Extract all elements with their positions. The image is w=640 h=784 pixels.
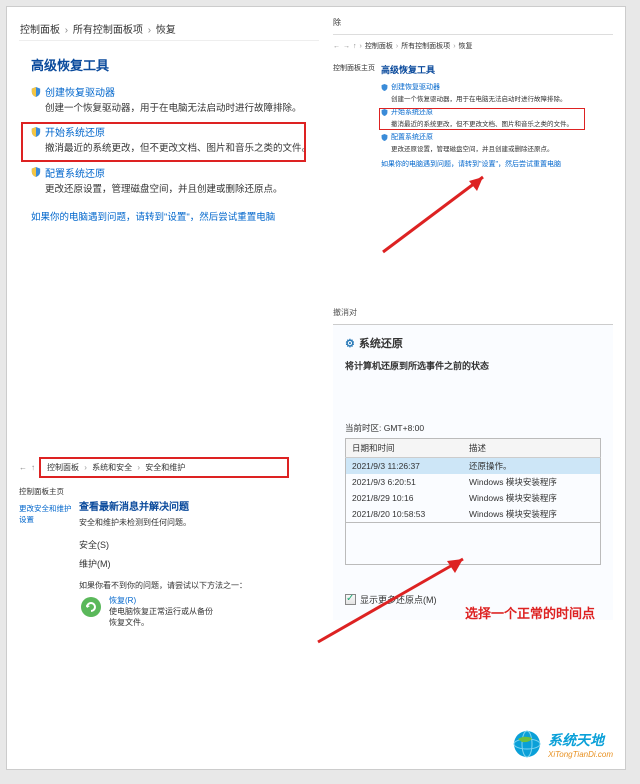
shield-icon — [381, 134, 388, 141]
link-desc: 撤消最近的系统更改，但不更改文档、图片和音乐之类的文件。 — [45, 142, 319, 156]
shield-icon — [31, 87, 41, 97]
panel-system-restore: 撤消对 ⚙ 系统还原 将计算机还原到所选事件之前的状态 当前时区: GMT+8:… — [333, 297, 613, 620]
chevron-right-icon: › — [148, 25, 151, 36]
globe-icon — [512, 729, 542, 759]
back-label: 除 — [333, 17, 613, 28]
restore-dialog: ⚙ 系统还原 将计算机还原到所选事件之前的状态 当前时区: GMT+8:00 日… — [333, 324, 613, 620]
table-row[interactable]: 2021/9/3 6:20:51Windows 模块安装程序 — [346, 474, 601, 490]
crumb-1[interactable]: 控制面板 — [20, 25, 60, 36]
cell-desc: 还原操作。 — [463, 458, 601, 475]
breadcrumb: ← → ↑ › 控制面板 › 所有控制面板项 › 恢复 — [333, 39, 613, 57]
link-label: 开始系统还原 — [45, 124, 105, 139]
shield-icon — [381, 84, 388, 91]
link-desc: 创建一个恢复驱动器，用于在电脑无法启动时进行故障排除。 — [45, 102, 319, 116]
link-configure-restore[interactable]: 配置系统还原 — [381, 132, 613, 142]
link-configure-restore[interactable]: 配置系统还原 — [31, 165, 319, 180]
timezone-label: 当前时区: GMT+8:00 — [345, 422, 601, 434]
recovery-icon — [79, 595, 103, 619]
sidebar-link[interactable]: 控制面板主页 — [333, 63, 377, 169]
sidebar-link[interactable]: 控制面板主页 — [19, 486, 75, 497]
crumb-3[interactable]: 恢复 — [459, 41, 473, 51]
hint-text: 如果你看不到你的问题，请尝试以下方法之一： — [79, 580, 319, 591]
watermark-name: 系统天地 — [548, 730, 613, 750]
back-icon[interactable]: ← — [19, 463, 27, 472]
restore-points-table[interactable]: 日期和时间 描述 2021/9/3 11:26:37还原操作。2021/9/3 … — [345, 438, 601, 523]
col-datetime[interactable]: 日期和时间 — [346, 439, 464, 458]
annotation-arrow-icon — [373, 167, 503, 257]
table-row[interactable]: 2021/8/29 10:16Windows 模块安装程序 — [346, 490, 601, 506]
cell-datetime: 2021/8/20 10:58:53 — [346, 506, 464, 523]
table-row[interactable]: 2021/9/3 11:26:37还原操作。 — [346, 458, 601, 475]
link-label: 配置系统还原 — [45, 165, 105, 180]
checkbox-icon[interactable] — [345, 594, 356, 605]
recovery-block[interactable]: 恢复(R) 使电脑恢复正常运行或从备份 恢复文件。 — [79, 595, 319, 628]
crumb-3[interactable]: 恢复 — [156, 25, 176, 36]
section-security[interactable]: 安全(S) — [79, 538, 319, 551]
crumb-2[interactable]: 所有控制面板项 — [73, 25, 143, 36]
page-title: 高级恢复工具 — [381, 63, 613, 76]
cell-desc: Windows 模块安装程序 — [463, 474, 601, 490]
annotation-text: 选择一个正常的时间点 — [465, 603, 595, 622]
watermark-url: XiTongTianDi.com — [548, 750, 613, 759]
shield-icon — [31, 127, 41, 137]
crumb-3[interactable]: 安全和维护 — [145, 463, 185, 472]
panel-security-maintenance: ← ↑ 控制面板 › 系统和安全 › 安全和维护 控制面板主页 更改安全和维护设… — [19, 457, 319, 628]
footer-text: 如果你的电脑遇到问题，请转到"设置"，然后尝试重置电脑 — [31, 211, 319, 225]
crumb-1[interactable]: 控制面板 — [365, 41, 393, 51]
footer-text: 如果你的电脑遇到问题，请转到"设置"，然后尝试重置电脑 — [381, 159, 613, 169]
back-icon[interactable]: ← — [333, 43, 340, 50]
up-icon[interactable]: ↑ — [31, 463, 35, 472]
chevron-right-icon: › — [65, 25, 68, 36]
dialog-title: ⚙ 系统还原 — [345, 335, 601, 351]
link-desc: 创建一个恢复驱动器，用于在电脑无法启动时进行故障排除。 — [391, 93, 613, 103]
forward-icon[interactable]: → — [343, 43, 350, 50]
section-maintenance[interactable]: 维护(M) — [79, 557, 319, 570]
table-row[interactable]: 2021/8/20 10:58:53Windows 模块安装程序 — [346, 506, 601, 523]
link-desc: 更改还原设置，管理磁盘空间，并且创建或删除还原点。 — [45, 183, 319, 197]
cell-datetime: 2021/8/29 10:16 — [346, 490, 464, 506]
breadcrumb-highlighted: 控制面板 › 系统和安全 › 安全和维护 — [39, 457, 289, 478]
cell-desc: Windows 模块安装程序 — [463, 490, 601, 506]
link-create-recovery-drive[interactable]: 创建恢复驱动器 — [381, 82, 613, 92]
up-icon[interactable]: ↑ — [353, 43, 357, 50]
crumb-1[interactable]: 控制面板 — [47, 463, 79, 472]
panel-recovery-small: 除 ← → ↑ › 控制面板 › 所有控制面板项 › 恢复 控制面板主页 高级恢… — [333, 17, 613, 169]
crumb-2[interactable]: 所有控制面板项 — [401, 41, 450, 51]
status-text: 安全和维护未检测到任何问题。 — [79, 517, 319, 528]
link-create-recovery-drive[interactable]: 创建恢复驱动器 — [31, 84, 319, 99]
cell-desc: Windows 模块安装程序 — [463, 506, 601, 523]
page-title: 查看最新消息并解决问题 — [79, 498, 319, 513]
sidebar-link[interactable]: 更改安全和维护设置 — [19, 503, 75, 525]
cell-datetime: 2021/9/3 6:20:51 — [346, 474, 464, 490]
watermark: 系统天地 XiTongTianDi.com — [512, 729, 613, 759]
link-system-restore[interactable]: 开始系统还原 — [381, 107, 613, 117]
link-system-restore[interactable]: 开始系统还原 — [31, 124, 319, 139]
link-desc: 撤消最近的系统更改，但不更改文档、图片和音乐之类的文件。 — [391, 118, 613, 128]
crumb-2[interactable]: 系统和安全 — [92, 463, 132, 472]
shield-icon — [31, 167, 41, 177]
cell-datetime: 2021/9/3 11:26:37 — [346, 458, 464, 475]
link-desc: 更改还原设置，管理磁盘空间，并且创建或删除还原点。 — [391, 143, 613, 153]
shield-icon — [381, 109, 388, 116]
page-title: 高级恢复工具 — [31, 55, 319, 74]
dialog-subtitle: 将计算机还原到所选事件之前的状态 — [345, 359, 601, 372]
section-label: 撤消对 — [333, 307, 613, 318]
recovery-link[interactable]: 恢复(R) — [109, 595, 213, 606]
col-desc[interactable]: 描述 — [463, 439, 601, 458]
gear-icon: ⚙ — [345, 337, 355, 350]
breadcrumb: 控制面板 › 所有控制面板项 › 恢复 — [19, 17, 319, 41]
link-label: 创建恢复驱动器 — [45, 84, 115, 99]
panel-recovery-large: 控制面板 › 所有控制面板项 › 恢复 高级恢复工具 创建恢复驱动器 创建一个恢… — [19, 17, 319, 233]
